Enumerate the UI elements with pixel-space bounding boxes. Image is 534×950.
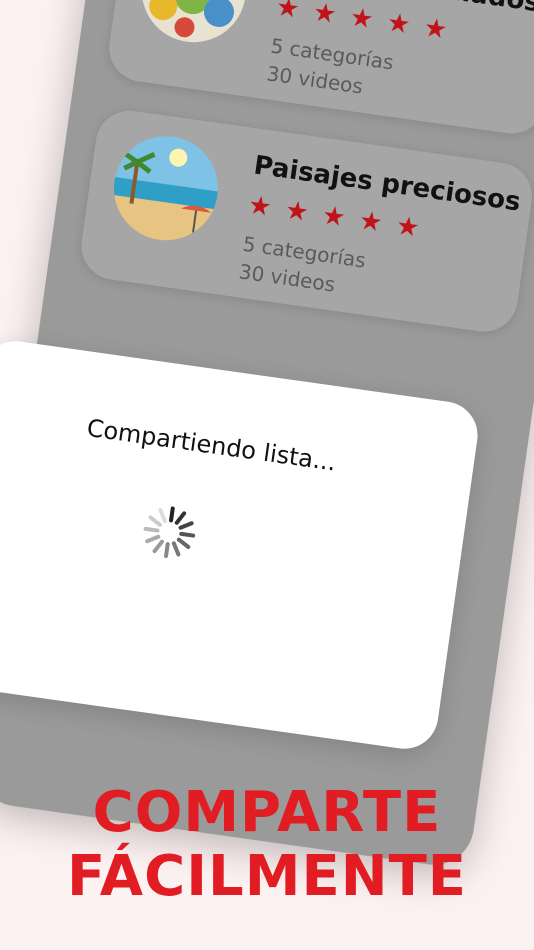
list-thumbnail bbox=[107, 129, 225, 247]
star-icon: ★ bbox=[384, 7, 413, 41]
list-thumbnail bbox=[135, 0, 253, 49]
star-icon: ★ bbox=[421, 12, 450, 46]
beach-landscape-image bbox=[107, 129, 225, 247]
star-icon: ★ bbox=[283, 195, 311, 229]
star-icon: ★ bbox=[348, 2, 376, 36]
star-icon: ★ bbox=[246, 190, 274, 223]
list-card[interactable]: Paisajes preciosos ★ ★ ★ ★ ★ 5 categoría… bbox=[77, 106, 534, 336]
star-icon: ★ bbox=[320, 200, 348, 234]
bees-cartoon-image bbox=[135, 0, 253, 49]
star-icon: ★ bbox=[357, 205, 385, 239]
loading-spinner-icon bbox=[138, 501, 201, 564]
promo-screen: Dibujos animados ★ ★ ★ ★ ★ 5 categorías … bbox=[0, 0, 534, 950]
star-icon: ★ bbox=[311, 0, 339, 31]
star-icon: ★ bbox=[394, 210, 422, 244]
headline-line-1: COMPARTE bbox=[92, 780, 442, 845]
headline-line-2: FÁCILMENTE bbox=[66, 844, 468, 909]
share-dialog: Compartiendo lista... bbox=[0, 336, 482, 754]
dialog-message: Compartiendo lista... bbox=[85, 413, 338, 477]
star-icon: ★ bbox=[274, 0, 302, 25]
